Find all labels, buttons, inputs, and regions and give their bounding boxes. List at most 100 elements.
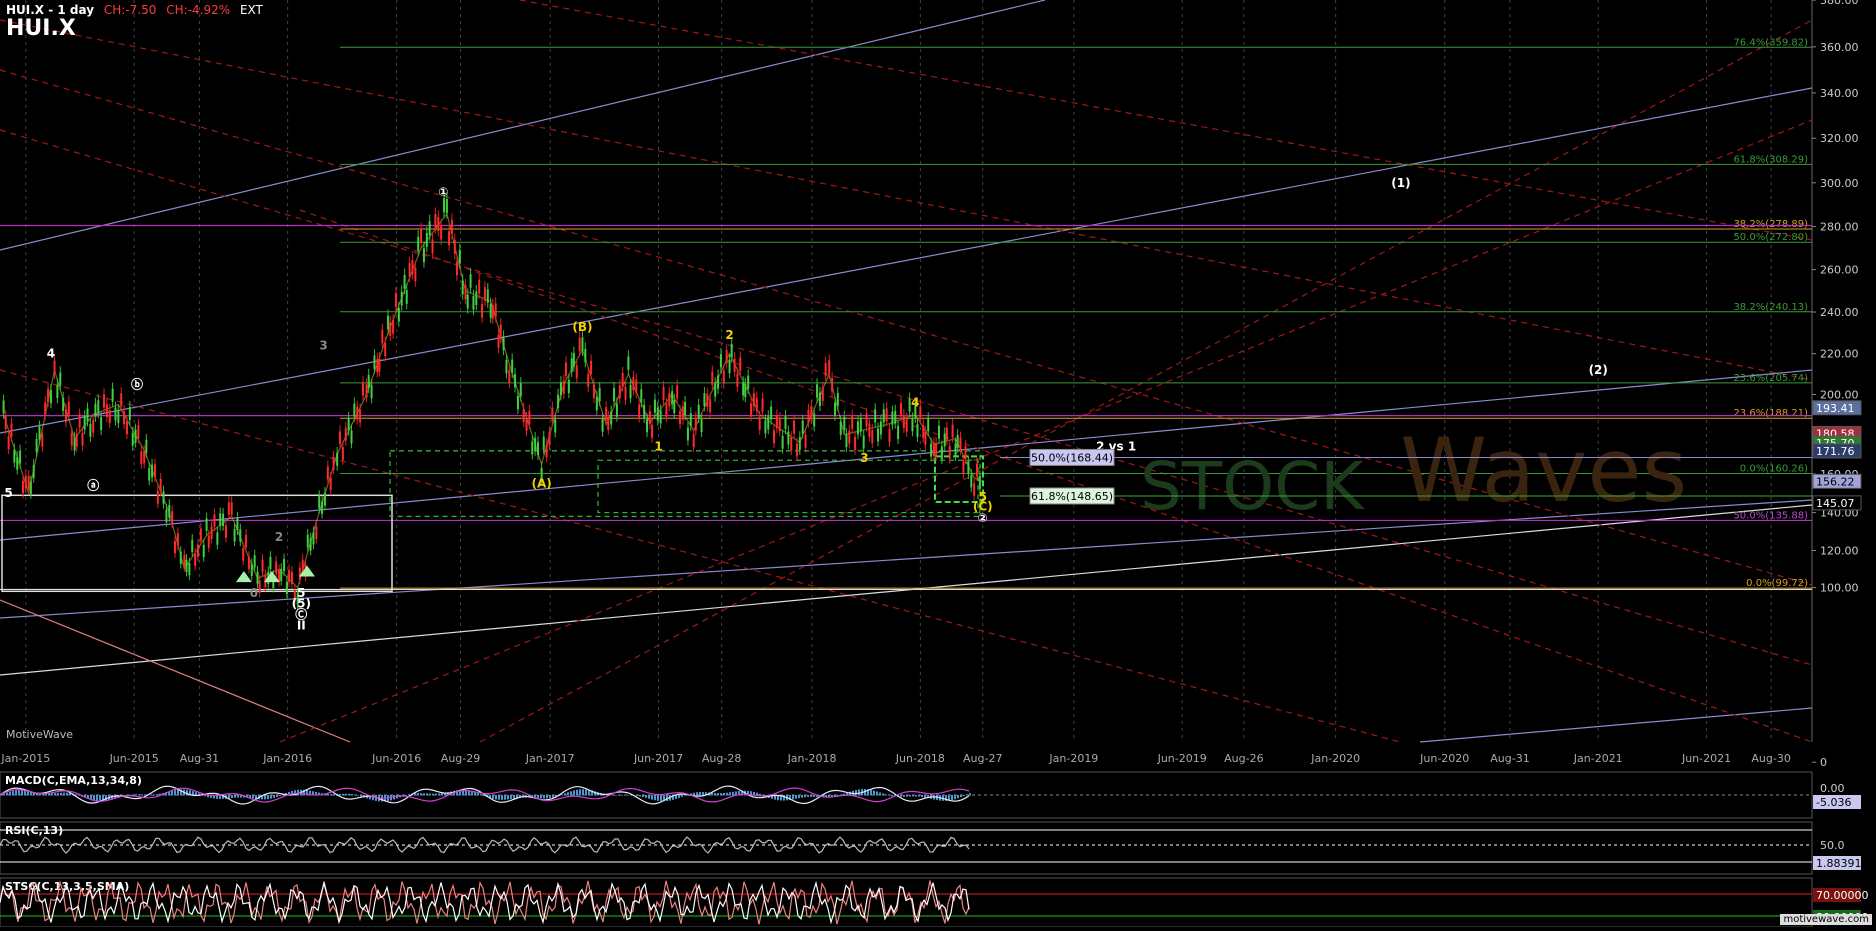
candle-body (686, 427, 689, 441)
candle-body (56, 384, 59, 399)
candle-body (970, 474, 973, 488)
macd-histogram-bar (54, 793, 56, 796)
candle-body (621, 373, 624, 387)
candle-body (94, 403, 97, 417)
candle-body (673, 399, 676, 414)
candle-body (919, 406, 922, 420)
x-tick-label: Jan-2019 (1048, 752, 1098, 765)
macd-histogram-bar (405, 795, 407, 796)
price-tag-label: 171.76 (1816, 445, 1855, 458)
candle-body (865, 413, 868, 427)
candle-body (659, 410, 662, 424)
candle-body (607, 416, 610, 430)
candle-body (288, 569, 291, 583)
macd-histogram-bar (642, 795, 644, 798)
macd-histogram-bar (924, 795, 926, 798)
candle-body (431, 239, 434, 254)
macd-histogram-bar (420, 793, 422, 796)
macd-histogram-bar (171, 790, 173, 796)
candle-body (632, 377, 635, 391)
candle-body (100, 417, 103, 431)
candle-body (948, 445, 951, 459)
candle-body (159, 478, 162, 492)
candle-body (922, 425, 925, 438)
y-tick-label: 300.00 (1820, 177, 1859, 190)
chart-canvas[interactable]: Jan-2015 Jun-2015 Aug-31 Jan-2016 Jun-2016 Au… (0, 0, 1876, 928)
candle-body (420, 229, 423, 244)
candle-body (499, 324, 502, 339)
macd-histogram-bar (345, 793, 347, 796)
candle-body (813, 413, 816, 427)
wave-label: 2 (275, 530, 283, 544)
candle-body (62, 397, 65, 411)
candle-body (210, 526, 213, 539)
candle-body (156, 490, 159, 504)
x-tick-label: Jun-2019 (1157, 752, 1207, 765)
x-tick-label: Aug-28 (702, 752, 741, 765)
x-tick-label: Jun-2015 (109, 752, 159, 765)
macd-histogram-bar (573, 790, 575, 796)
macd-histogram-bar (153, 794, 155, 796)
candle-body (353, 403, 356, 417)
candle-body (851, 415, 854, 429)
candle-body (706, 393, 709, 407)
candle-body (275, 561, 278, 574)
candle-body (443, 198, 446, 213)
candle-body (584, 348, 587, 363)
macd-histogram-bar (678, 795, 680, 798)
wave-label: ① (438, 185, 448, 199)
candle-body (384, 342, 387, 357)
candle-body (10, 423, 13, 437)
candle-body (534, 437, 537, 451)
candle-body (882, 409, 885, 423)
macd-histogram-bar (684, 795, 686, 796)
candle-body (47, 388, 50, 402)
candle-body (185, 559, 188, 573)
candle-body (13, 449, 16, 463)
candle-body (233, 529, 236, 542)
macd-histogram-bar (51, 793, 53, 796)
candle-body (448, 231, 451, 246)
macd-histogram-bar (63, 792, 65, 796)
candle-body (548, 432, 551, 446)
candle-body (676, 385, 679, 399)
y-tick-label: 260.00 (1820, 264, 1859, 277)
chart-stage[interactable]: Jan-2015 Jun-2015 Aug-31 Jan-2016 Jun-2016 Au… (0, 0, 1876, 928)
macd-histogram-bar (234, 795, 236, 798)
candle-body (250, 563, 253, 577)
macd-histogram-bar (969, 793, 971, 796)
candle-body (784, 415, 787, 429)
candle-body (877, 428, 880, 442)
macd-histogram-bar (552, 795, 554, 798)
candle-body (341, 447, 344, 460)
macd-histogram-bar (576, 789, 578, 796)
candle-body (790, 437, 793, 451)
candle-body (400, 291, 403, 306)
candle-body (943, 433, 946, 447)
candle-body (758, 416, 761, 430)
candle-body (859, 418, 862, 432)
macd-histogram-bar (501, 795, 503, 800)
stochastic-overbought-label: 70.00000 (1816, 889, 1869, 902)
y-tick-label: 200.00 (1820, 388, 1859, 401)
macd-histogram-bar (621, 795, 623, 796)
x-tick-label: Jun-2018 (895, 752, 945, 765)
macd-histogram-bar (96, 795, 98, 802)
candle-body (219, 513, 222, 526)
macd-histogram-bar (60, 792, 62, 796)
candle-body (684, 402, 687, 416)
price-tag-label: 193.41 (1816, 402, 1855, 415)
candle-body (665, 403, 668, 417)
candle-body (854, 436, 857, 450)
macd-histogram-bar (903, 795, 905, 797)
candle-body (651, 424, 654, 438)
candle-body (739, 357, 742, 371)
macd-histogram-bar (582, 789, 584, 796)
macd-histogram-bar (624, 794, 626, 796)
y-tick-label: 100.00 (1820, 582, 1859, 595)
candle-body (290, 571, 293, 585)
candle-body (165, 509, 168, 523)
candle-body (376, 359, 379, 373)
candle-body (2, 400, 5, 414)
y-tick-label: 220.00 (1820, 348, 1859, 361)
